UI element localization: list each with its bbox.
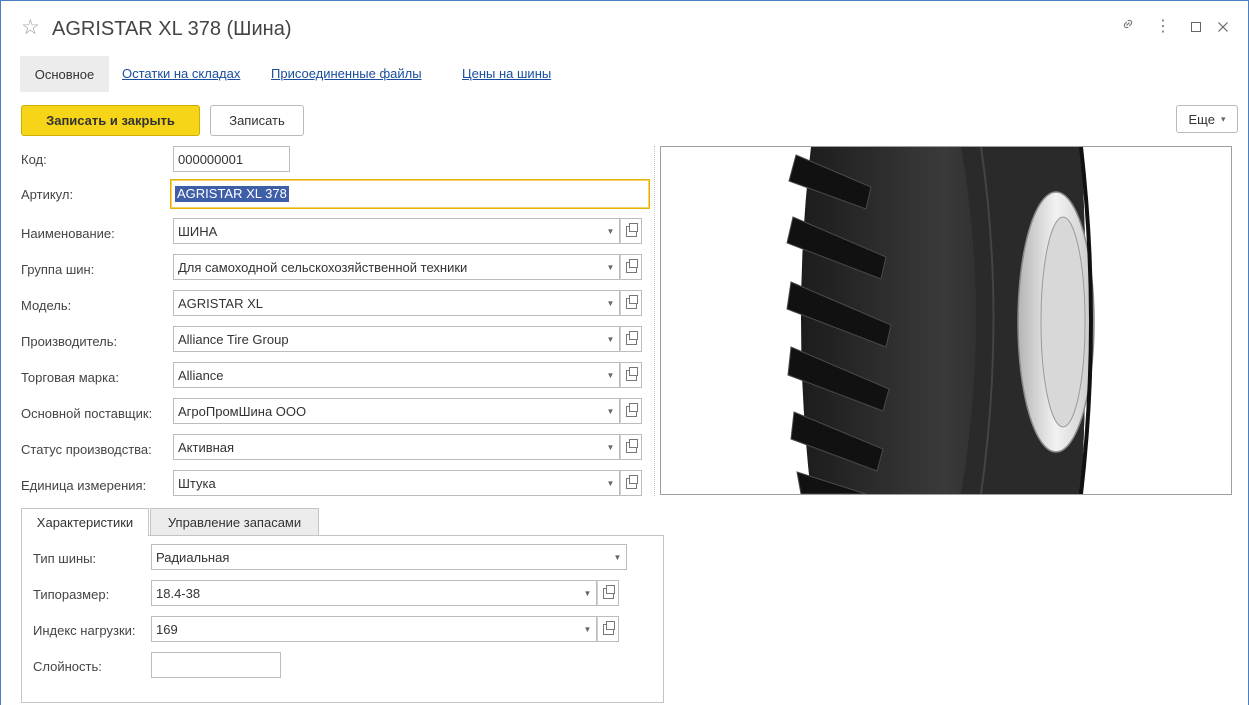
tab-characteristics[interactable]: Характеристики — [21, 508, 149, 536]
dropdown-arrow-icon[interactable]: ▼ — [602, 218, 620, 244]
tab-main[interactable]: Основное — [20, 56, 109, 92]
name-label: Наименование: — [21, 226, 115, 241]
open-item-icon[interactable] — [620, 326, 642, 352]
save-button[interactable]: Записать — [210, 105, 304, 136]
column-separator — [654, 146, 655, 496]
load-index-label: Индекс нагрузки: — [33, 623, 136, 638]
dropdown-arrow-icon[interactable]: ▼ — [602, 254, 620, 280]
open-item-icon[interactable] — [620, 254, 642, 280]
dropdown-arrow-icon[interactable]: ▼ — [579, 580, 597, 606]
more-label: Еще — [1188, 111, 1215, 127]
open-item-icon[interactable] — [620, 434, 642, 460]
tab-stock-management[interactable]: Управление запасами — [150, 508, 319, 536]
code-field[interactable]: 000000001 — [173, 146, 290, 172]
open-item-icon[interactable] — [620, 362, 642, 388]
dropdown-arrow-icon[interactable]: ▼ — [602, 326, 620, 352]
tab-prices[interactable]: Цены на шины — [462, 66, 551, 81]
open-item-icon[interactable] — [620, 218, 642, 244]
dropdown-arrow-icon[interactable]: ▼ — [602, 398, 620, 424]
link-icon[interactable] — [1117, 16, 1139, 39]
open-item-icon[interactable] — [620, 290, 642, 316]
unit-label: Единица измерения: — [21, 478, 147, 493]
window-title: AGRISTAR XL 378 (Шина) — [52, 18, 292, 40]
open-item-icon[interactable] — [620, 398, 642, 424]
dropdown-arrow-icon[interactable]: ▼ — [579, 616, 597, 642]
name-field[interactable]: ШИНА — [173, 218, 603, 244]
open-item-icon[interactable] — [620, 470, 642, 496]
tire-type-label: Тип шины: — [33, 551, 97, 566]
save-and-close-button[interactable]: Записать и закрыть — [21, 105, 200, 136]
more-vertical-icon[interactable]: ⋮ — [1152, 16, 1174, 38]
ply-label: Слойность: — [33, 659, 102, 674]
more-button[interactable]: Еще ▾ — [1176, 105, 1238, 133]
article-value: AGRISTAR XL 378 — [175, 186, 289, 202]
chevron-down-icon: ▾ — [1220, 113, 1226, 124]
dropdown-arrow-icon[interactable]: ▼ — [602, 470, 620, 496]
favorite-star-icon[interactable]: ☆ — [21, 16, 40, 40]
tire-type-field[interactable]: Радиальная — [151, 544, 610, 570]
model-field[interactable]: AGRISTAR XL — [173, 290, 603, 316]
dropdown-arrow-icon[interactable]: ▼ — [602, 434, 620, 460]
ply-field[interactable] — [151, 652, 281, 678]
load-index-field[interactable]: 169 — [151, 616, 580, 642]
supplier-field[interactable]: АгроПромШина ООО — [173, 398, 603, 424]
unit-field[interactable]: Штука — [173, 470, 603, 496]
brand-field[interactable]: Alliance — [173, 362, 603, 388]
code-label: Код: — [21, 152, 47, 167]
open-item-icon[interactable] — [597, 616, 619, 642]
status-label: Статус производства: — [21, 442, 152, 457]
size-label: Типоразмер: — [33, 587, 110, 602]
article-label: Артикул: — [21, 187, 74, 202]
supplier-label: Основной поставщик: — [21, 406, 153, 421]
model-label: Модель: — [21, 298, 72, 313]
close-icon[interactable] — [1212, 16, 1234, 40]
dropdown-arrow-icon[interactable]: ▼ — [609, 544, 627, 570]
article-field[interactable]: AGRISTAR XL 378 — [170, 179, 650, 209]
dropdown-arrow-icon[interactable]: ▼ — [602, 362, 620, 388]
brand-label: Торговая марка: — [21, 370, 119, 385]
dropdown-arrow-icon[interactable]: ▼ — [602, 290, 620, 316]
group-field[interactable]: Для самоходной сельскохозяйственной техн… — [173, 254, 603, 280]
manufacturer-field[interactable]: Alliance Tire Group — [173, 326, 603, 352]
manufacturer-label: Производитель: — [21, 334, 118, 349]
open-item-icon[interactable] — [597, 580, 619, 606]
status-field[interactable]: Активная — [173, 434, 603, 460]
group-label: Группа шин: — [21, 262, 95, 277]
tab-files[interactable]: Присоединенные файлы — [271, 66, 422, 81]
size-field[interactable]: 18.4-38 — [151, 580, 580, 606]
maximize-icon[interactable] — [1185, 16, 1207, 40]
tire-image[interactable] — [660, 146, 1232, 495]
tab-stock[interactable]: Остатки на складах — [122, 66, 240, 81]
